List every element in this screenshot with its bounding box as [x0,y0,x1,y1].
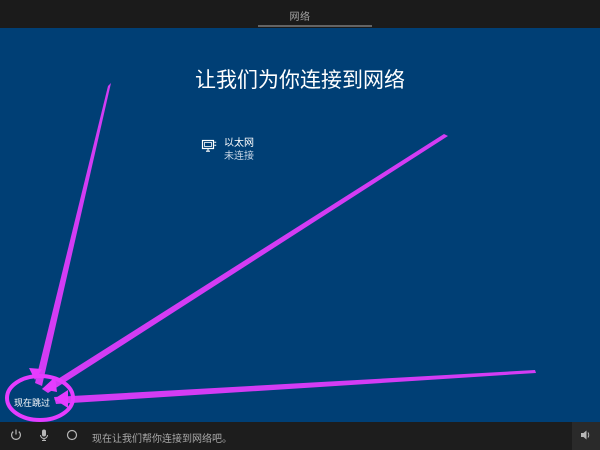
speaker-button[interactable] [572,422,600,450]
network-setup-panel: 让我们为你连接到网络 以太网 未连接 现在跳过 [0,28,600,422]
cortana-icon[interactable] [65,428,79,442]
power-icon[interactable] [9,428,23,442]
network-status: 未连接 [224,151,254,162]
top-bar: 网络 [0,0,600,28]
microphone-icon[interactable] [37,428,51,442]
topbar-underline [258,25,372,27]
taskbar-hint-text: 现在让我们帮你连接到网络吧。 [92,434,232,445]
setup-screen: 网络 让我们为你连接到网络 以太网 未连接 现在跳过 现在让我们帮你连接到网络吧… [0,0,600,450]
ethernet-network-item[interactable]: 以太网 未连接 [201,134,291,162]
speaker-icon [581,430,590,440]
ethernet-icon [201,139,217,152]
topbar-title: 网络 [289,12,311,23]
taskbar: 现在让我们帮你连接到网络吧。 [0,422,600,450]
skip-now-link[interactable]: 现在跳过 [14,396,50,409]
page-title: 让我们为你连接到网络 [195,68,405,92]
